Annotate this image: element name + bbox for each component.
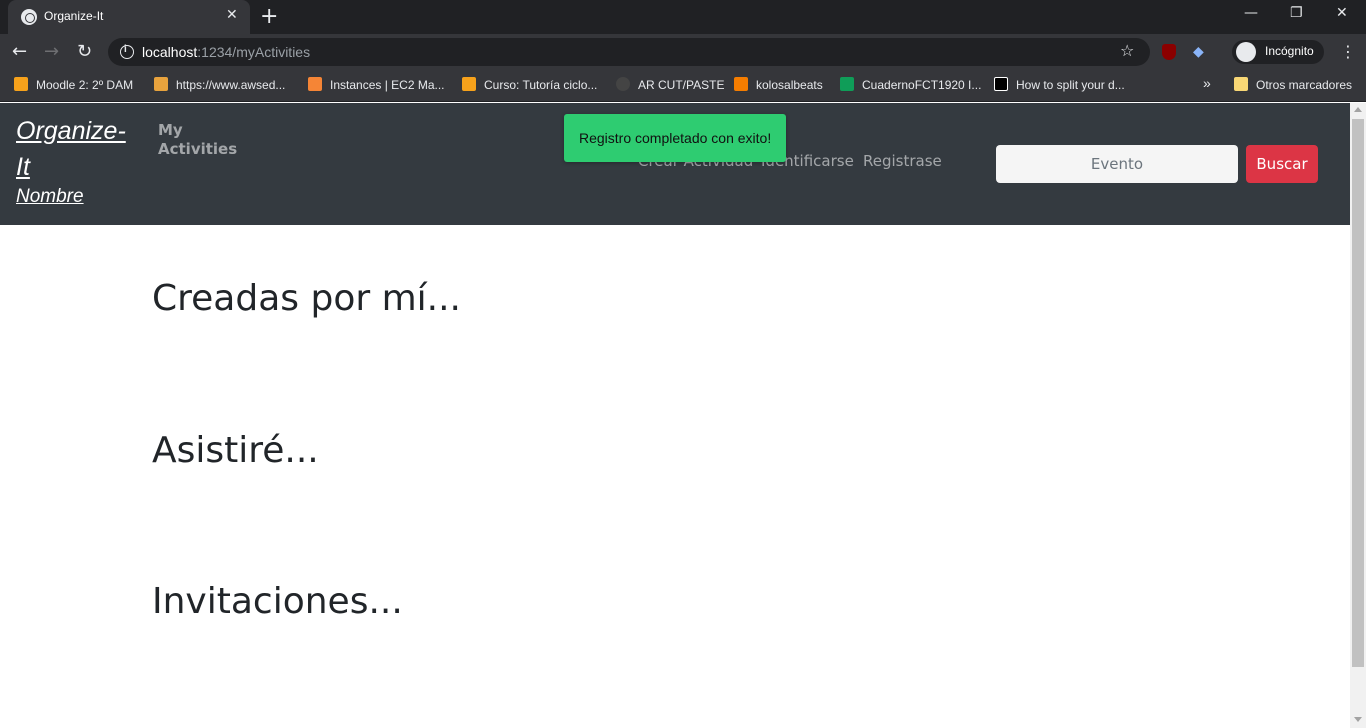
browser-tab[interactable]: Organize-It ✕ xyxy=(8,0,250,34)
incognito-icon xyxy=(1236,42,1256,62)
tab-title: Organize-It xyxy=(44,9,104,23)
moodle-icon xyxy=(14,77,28,91)
close-window-icon[interactable]: ✕ xyxy=(1336,5,1348,21)
success-toast[interactable]: Registro completado con exito! xyxy=(564,114,786,162)
bookmark-item[interactable]: Moodle 2: 2º DAM xyxy=(14,77,133,95)
toast-message: Registro completado con exito! xyxy=(579,130,772,146)
url-text[interactable]: localhost:1234/myActivities xyxy=(142,44,310,60)
reload-icon[interactable]: ↻ xyxy=(77,41,92,62)
globe-icon xyxy=(21,9,37,25)
restore-icon[interactable]: ❐ xyxy=(1290,5,1303,21)
blogger-icon xyxy=(734,77,748,91)
new-tab-icon[interactable]: + xyxy=(260,4,278,29)
github-icon xyxy=(616,77,630,91)
brand-title[interactable]: Organize-It xyxy=(16,113,136,185)
scroll-down-icon[interactable] xyxy=(1354,717,1362,722)
brand-username[interactable]: Nombre xyxy=(16,185,136,209)
aws-icon xyxy=(308,77,322,91)
other-bookmarks[interactable]: Otros marcadores xyxy=(1234,77,1352,95)
section-attending: Asistiré... xyxy=(152,430,319,471)
browser-tabbar: Organize-It ✕ + — ❐ ✕ xyxy=(0,0,1366,34)
profile-label: Incógnito xyxy=(1265,44,1314,58)
bookmark-item[interactable]: Instances | EC2 Ma... xyxy=(308,77,445,95)
bookmark-item[interactable]: AR CUT/PASTE xyxy=(616,77,724,95)
bookmark-item[interactable]: https://www.awsed... xyxy=(154,77,285,95)
info-icon[interactable] xyxy=(120,44,134,59)
section-invitations: Invitaciones... xyxy=(152,581,403,622)
bookmark-item[interactable]: How to split your d... xyxy=(994,77,1125,95)
nav-register[interactable]: Registrase xyxy=(863,152,942,170)
box-icon xyxy=(154,77,168,91)
back-icon[interactable]: ← xyxy=(12,41,27,62)
medium-icon xyxy=(994,77,1008,91)
sheets-icon xyxy=(840,77,854,91)
brand[interactable]: Organize-It Nombre xyxy=(16,113,136,209)
forward-icon[interactable]: → xyxy=(44,41,59,62)
incognito-profile[interactable]: Incógnito xyxy=(1232,40,1324,64)
page-content: Organize-It Nombre My Activities Crear A… xyxy=(0,103,1350,728)
bookmark-item[interactable]: Curso: Tutoría ciclo... xyxy=(462,77,597,95)
bookmarks-bar: Moodle 2: 2º DAM https://www.awsed... In… xyxy=(0,70,1366,102)
address-bar[interactable]: localhost:1234/myActivities ☆ xyxy=(108,38,1150,66)
minimize-icon[interactable]: — xyxy=(1244,5,1258,21)
scroll-up-icon[interactable] xyxy=(1354,107,1362,112)
extension-diamond-icon[interactable]: ◆ xyxy=(1193,44,1209,60)
search-button[interactable]: Buscar xyxy=(1246,145,1318,183)
section-created: Creadas por mí... xyxy=(152,278,461,319)
page-scrollbar[interactable] xyxy=(1350,103,1366,728)
browser-menu-icon[interactable]: ⋮ xyxy=(1340,42,1356,61)
ublock-extension-icon[interactable] xyxy=(1162,44,1176,60)
search-input[interactable] xyxy=(996,145,1238,183)
bookmarks-overflow-icon[interactable]: » xyxy=(1203,75,1211,93)
scroll-thumb[interactable] xyxy=(1352,119,1364,667)
bookmark-item[interactable]: kolosalbeats xyxy=(734,77,823,95)
bookmark-star-icon[interactable]: ☆ xyxy=(1120,41,1134,60)
folder-icon xyxy=(1234,77,1248,91)
moodle-icon xyxy=(462,77,476,91)
nav-my-activities[interactable]: My Activities xyxy=(158,121,238,159)
close-tab-icon[interactable]: ✕ xyxy=(226,7,238,23)
bookmark-item[interactable]: CuadernoFCT1920 I... xyxy=(840,77,981,95)
